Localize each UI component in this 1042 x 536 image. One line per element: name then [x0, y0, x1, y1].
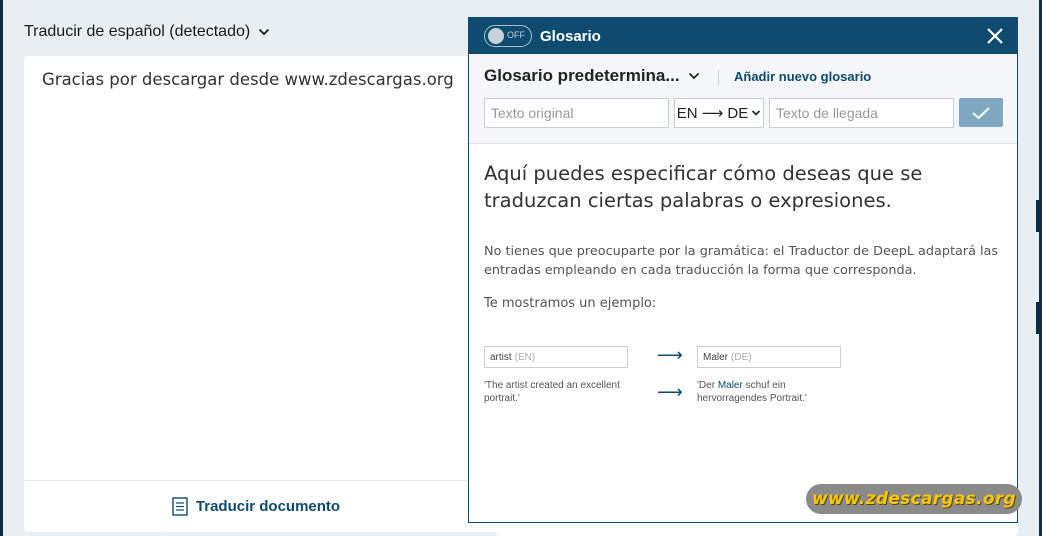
- example-target-before: 'Der: [697, 380, 718, 391]
- edge-marker: [1036, 200, 1039, 232]
- source-text[interactable]: Gracias por descargar desde www.zdescarg…: [42, 70, 454, 89]
- add-glossary-link[interactable]: Añadir nuevo glosario: [734, 69, 871, 84]
- source-text-panel[interactable]: Gracias por descargar desde www.zdescarg…: [24, 56, 518, 532]
- source-language-selector[interactable]: Traducir de español (detectado): [24, 20, 270, 44]
- document-icon: [172, 497, 188, 516]
- target-text-input[interactable]: Texto de llegada: [769, 98, 954, 128]
- glossary-heading: Aquí puedes especificar cómo deseas que …: [484, 162, 923, 212]
- checkmark-icon: [972, 106, 990, 119]
- language-pair-select[interactable]: EN ⟶ DE: [674, 98, 764, 128]
- chevron-down-icon: [752, 110, 761, 116]
- close-icon[interactable]: [985, 26, 1005, 46]
- glossary-toolbar: Glosario predetermina... Añadir nuevo gl…: [469, 54, 1017, 144]
- source-language-label: Traducir de español (detectado): [24, 23, 251, 40]
- example-target-term: Maler (DE): [697, 346, 841, 368]
- glossary-dropdown[interactable]: Glosario predetermina...: [484, 66, 700, 86]
- add-entry-button[interactable]: [959, 98, 1003, 127]
- glossary-dropdown-value: Glosario predetermina...: [484, 66, 680, 85]
- example-label: Te mostramos un ejemplo:: [484, 296, 657, 311]
- chevron-down-icon: [688, 72, 699, 80]
- glossary-description: No tienes que preocuparte por la gramáti…: [484, 244, 999, 278]
- example-source-term: artist (EN): [484, 346, 628, 368]
- translate-document-label: Traducir documento: [195, 498, 341, 515]
- target-text-placeholder: Texto de llegada: [776, 105, 878, 121]
- right-edge: [1020, 0, 1039, 536]
- language-pair-value: EN ⟶ DE: [676, 105, 749, 122]
- example-source-word: artist: [490, 351, 512, 363]
- translate-document-button[interactable]: Traducir documento: [24, 480, 518, 532]
- chevron-down-icon: [259, 28, 270, 36]
- example-target-word: Maler: [703, 351, 729, 363]
- example-target-lang: (DE): [731, 351, 752, 363]
- original-text-placeholder: Texto original: [491, 105, 574, 121]
- arrow-right-icon: ⟶: [657, 382, 683, 402]
- example-source-lang: (EN): [514, 351, 536, 363]
- toggle-knob: [488, 28, 504, 44]
- original-text-input[interactable]: Texto original: [484, 98, 669, 128]
- example-target-highlight: Maler: [717, 380, 743, 391]
- edge-marker: [1036, 302, 1039, 334]
- toggle-label: OFF: [507, 30, 525, 40]
- watermark: www.zdescargas.org: [806, 484, 1022, 514]
- arrow-right-icon: ⟶: [657, 345, 683, 365]
- toolbar-divider: [718, 70, 719, 86]
- glossary-toggle[interactable]: OFF: [484, 25, 532, 47]
- example-target-sentence: 'Der Maler schuf ein hervorragendes Port…: [697, 379, 827, 405]
- example-source-sentence: 'The artist created an excellent portrai…: [484, 380, 620, 404]
- glossary-panel: OFF Glosario Glosario predetermina... Añ…: [468, 17, 1018, 523]
- glossary-header: OFF Glosario: [469, 18, 1017, 54]
- glossary-title: Glosario: [540, 27, 601, 45]
